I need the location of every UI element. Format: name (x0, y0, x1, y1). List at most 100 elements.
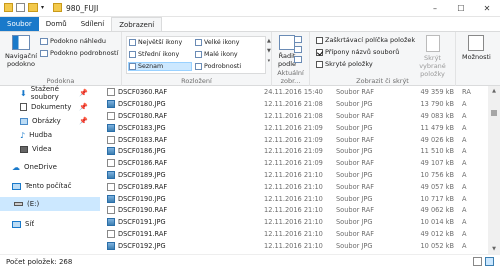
nav-item-network[interactable]: Síť (0, 217, 100, 231)
view-options-buttons (294, 36, 302, 63)
minimize-button[interactable]: – (422, 0, 448, 16)
file-row[interactable]: DSCF0180.JPG 12.11.2016 21:08 Soubor JPG 13… (100, 99, 488, 110)
maximize-button[interactable]: ☐ (448, 0, 474, 16)
network-icon (12, 220, 21, 228)
file-row[interactable]: DSCF0180.RAF 12.11.2016 21:08 Soubor RAF 49… (100, 111, 488, 122)
tab-share[interactable]: Sdílení (74, 17, 111, 31)
item-count: Počet položek: 268 (6, 257, 73, 266)
scroll-down-icon[interactable]: ▼ (267, 48, 271, 54)
nav-item-drive-e[interactable]: (E:) (0, 197, 100, 211)
layout-small-icons[interactable]: Malé ikony (195, 51, 238, 58)
layout-details[interactable]: Podrobnosti (195, 63, 241, 70)
item-checkboxes-checkbox[interactable] (316, 36, 323, 44)
file-date: 12.11.2016 21:09 (264, 135, 323, 144)
file-type: Soubor JPG (336, 100, 373, 109)
file-size: 49 012 kB (420, 229, 454, 238)
file-type: Soubor RAF (336, 111, 375, 120)
size-columns-icon[interactable] (294, 56, 302, 63)
close-button[interactable]: ✕ (474, 0, 500, 16)
group-current-view: Řadit podle Aktuální zobr... (272, 32, 310, 86)
file-type: Soubor JPG (336, 123, 373, 132)
file-row[interactable]: DSCF0192.JPG 12.11.2016 21:10 Soubor JPG 10… (100, 240, 488, 251)
layout-list[interactable]: Seznam (128, 62, 192, 71)
file-type: Soubor JPG (336, 241, 373, 250)
file-row[interactable]: DSCF0190.JPG 12.11.2016 21:10 Soubor JPG 10… (100, 193, 488, 204)
file-attributes: A (462, 159, 467, 168)
tab-home[interactable]: Domů (39, 17, 74, 31)
scroll-down-arrow[interactable]: ▼ (488, 244, 500, 254)
file-row[interactable]: DSCF0189.RAF 12.11.2016 21:10 Soubor RAF 49… (100, 181, 488, 192)
scroll-up-icon[interactable]: ▲ (267, 38, 271, 44)
file-type: Soubor RAF (336, 135, 375, 144)
file-date: 12.11.2016 21:08 (264, 100, 323, 109)
qat-dropdown-icon[interactable]: ▾ (41, 4, 44, 11)
layout-option-label: Střední ikony (138, 51, 180, 58)
nav-item-this-pc[interactable]: Tento počítač (0, 179, 100, 193)
details-pane-button[interactable]: Podokno podrobností (40, 49, 118, 57)
hidden-items-checkbox[interactable] (316, 60, 323, 68)
layout-gallery: Největší ikony Velké ikony Střední ikony… (126, 36, 266, 74)
options-button[interactable]: Možnosti (462, 35, 491, 61)
layout-extra-large-icons[interactable]: Největší ikony (129, 39, 182, 46)
layout-medium-icons[interactable]: Střední ikony (129, 51, 179, 58)
group-show-hide: Zaškrtávací políčka položek Přípony názv… (310, 32, 456, 86)
pin-icon: 📌 (79, 89, 88, 97)
file-row[interactable]: DSCF0186.RAF 12.11.2016 21:09 Soubor RAF 49… (100, 158, 488, 169)
tab-view[interactable]: Zobrazení (111, 17, 163, 31)
new-folder-icon[interactable] (28, 3, 38, 12)
raw-file-icon (107, 88, 115, 97)
preview-pane-button[interactable]: Podokno náhledu (40, 37, 106, 45)
file-date: 24.11.2016 15:40 (264, 88, 323, 97)
layout-group-label: Rozložení (181, 77, 212, 85)
tab-file[interactable]: Soubor (0, 17, 39, 31)
file-row[interactable]: DSCF0360.RAF 24.11.2016 15:40 Soubor RAF 49… (100, 87, 488, 98)
current-view-group-label: Aktuální zobr... (277, 69, 304, 85)
nav-item-music[interactable]: ♪ Hudba (0, 128, 100, 142)
nav-item-documents[interactable]: Dokumenty 📌 (0, 100, 100, 114)
expand-gallery-icon[interactable]: ▾ (268, 58, 271, 64)
file-type: Soubor RAF (336, 229, 375, 238)
file-attributes: A (462, 194, 467, 203)
file-extensions-checkbox[interactable] (316, 48, 323, 56)
file-row[interactable]: DSCF0183.JPG 12.11.2016 21:09 Soubor JPG 11… (100, 122, 488, 133)
layout-option-label: Největší ikony (138, 39, 183, 46)
nav-item-downloads[interactable]: ⬇ Stažené soubory 📌 (0, 85, 100, 101)
navigation-pane-button[interactable]: Navigační podokno (4, 35, 38, 68)
file-row[interactable]: DSCF0183.RAF 12.11.2016 21:09 Soubor RAF 49… (100, 134, 488, 145)
file-attributes: A (462, 241, 467, 250)
large-icons-view-icon[interactable] (485, 257, 494, 266)
scroll-up-arrow[interactable]: ▲ (488, 86, 500, 96)
hide-selected-icon (425, 35, 440, 52)
file-row[interactable]: DSCF0190.RAF 12.11.2016 21:10 Soubor RAF 49… (100, 205, 488, 216)
file-row[interactable]: DSCF0189.JPG 12.11.2016 21:10 Soubor JPG 10… (100, 170, 488, 181)
file-name: DSCF0183.JPG (118, 123, 166, 132)
vertical-scrollbar[interactable]: ▲ ▼ (488, 86, 500, 254)
file-attributes: A (462, 229, 467, 238)
hide-selected-button[interactable]: Skrýt vybrané položky (410, 35, 455, 78)
item-checkboxes-toggle[interactable]: Zaškrtávací políčka položek (316, 36, 415, 44)
hidden-items-toggle[interactable]: Skryté položky (316, 60, 373, 68)
scrollbar-thumb[interactable] (491, 110, 497, 116)
image-file-icon (107, 241, 115, 250)
add-columns-icon[interactable] (294, 46, 302, 53)
nav-item-label: Videa (32, 145, 52, 153)
file-type: Soubor JPG (336, 194, 373, 203)
layout-option-label: Podrobnosti (204, 63, 242, 70)
checkbox-label: Přípony názvů souborů (325, 48, 400, 56)
file-row[interactable]: DSCF0186.JPG 12.11.2016 21:09 Soubor JPG 11… (100, 146, 488, 157)
properties-icon[interactable] (16, 3, 25, 12)
file-name: DSCF0192.JPG (118, 241, 166, 250)
layout-scroll-buttons[interactable]: ▲ ▼ ▾ (267, 38, 271, 64)
file-name: DSCF0189.RAF (118, 182, 168, 191)
details-view-icon[interactable] (473, 257, 482, 266)
nav-item-videos[interactable]: Videa (0, 142, 100, 156)
nav-item-onedrive[interactable]: ☁ OneDrive (0, 160, 100, 174)
view-switcher (473, 257, 494, 266)
file-row[interactable]: DSCF0191.JPG 12.11.2016 21:10 Soubor JPG 10… (100, 217, 488, 228)
file-date: 12.11.2016 21:10 (264, 194, 323, 203)
group-by-icon[interactable] (294, 36, 302, 43)
file-extensions-toggle[interactable]: Přípony názvů souborů (316, 48, 399, 56)
nav-item-pictures[interactable]: Obrázky 📌 (0, 114, 100, 128)
layout-large-icons[interactable]: Velké ikony (195, 39, 239, 46)
file-row[interactable]: DSCF0191.RAF 12.11.2016 21:10 Soubor RAF 49… (100, 229, 488, 240)
